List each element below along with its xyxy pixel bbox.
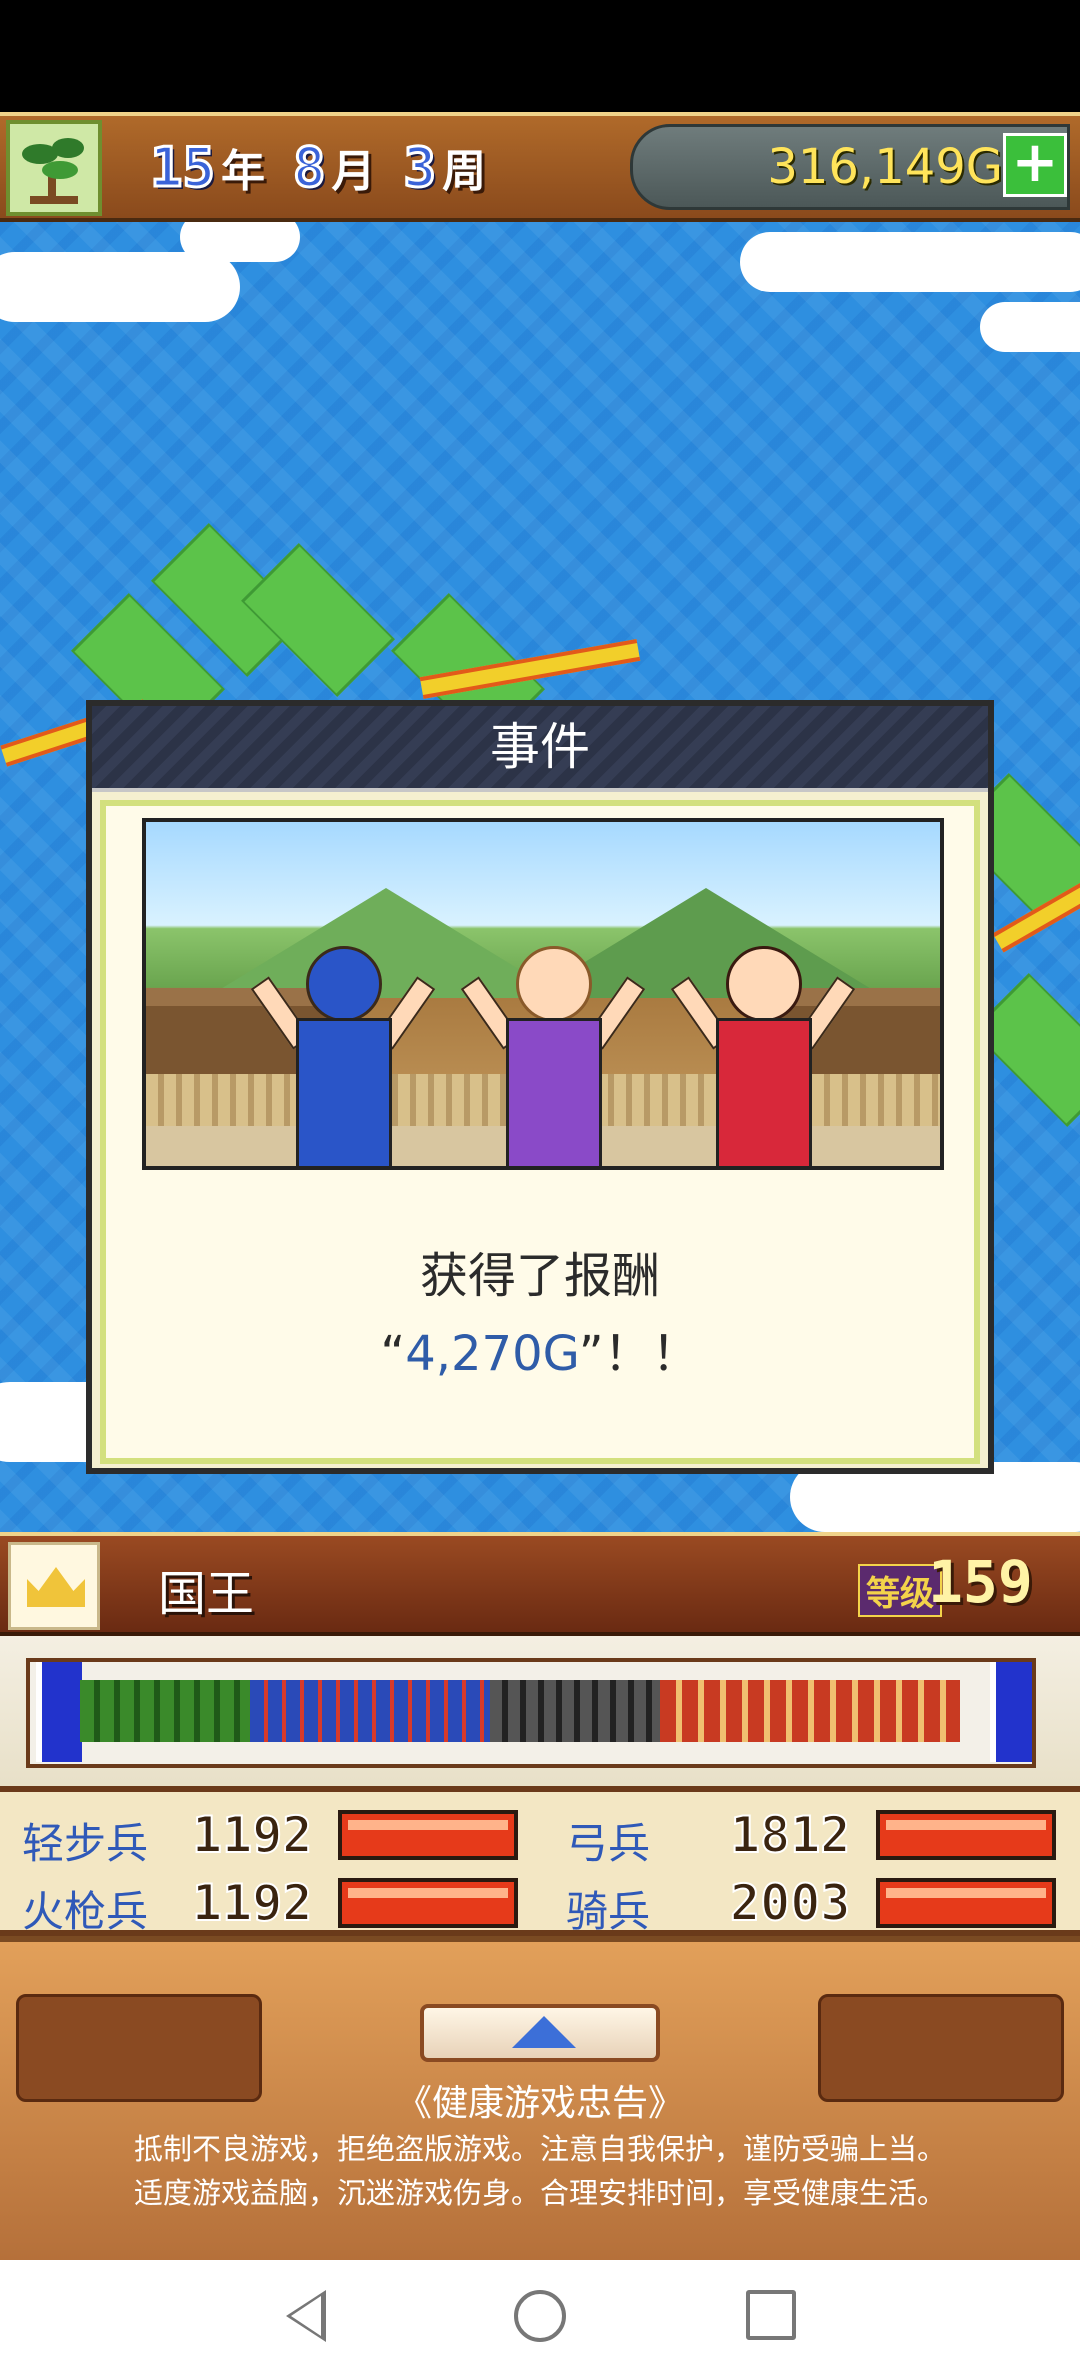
health-notice-line2: 适度游戏益脑，沉迷游戏伤身。合理安排时间，享受健康生活。 — [133, 2176, 946, 2210]
reward-amount: 4,270G — [405, 1326, 579, 1382]
health-notice-title: 《健康游戏忠告》 — [395, 2083, 684, 2124]
health-notice-line1: 抵制不良游戏，拒绝盗版游戏。注意自我保护，谨防受骗上当。 — [133, 2132, 946, 2166]
top-bar: 15 年 8 月 3 周 316,149G + — [0, 112, 1080, 222]
cloud — [980, 302, 1080, 352]
troop-stats: 轻步兵 1192 弓兵 1812 火枪兵 1192 骑兵 2003 — [0, 1792, 1080, 1936]
game-date: 15 年 8 月 3 周 — [148, 132, 508, 202]
stat-label-archer: 弓兵 — [566, 1819, 651, 1868]
crown-icon — [27, 1567, 85, 1607]
year-number: 15 — [148, 134, 216, 200]
level-value: 159 — [928, 1548, 1033, 1616]
gunner-troops — [490, 1680, 660, 1742]
stat-bar-cavalry — [876, 1878, 1056, 1928]
quote-close: ”！！ — [578, 1326, 700, 1382]
stat-value-cavalry: 2003 — [729, 1873, 851, 1933]
stat-label-gunner: 火枪兵 — [22, 1887, 149, 1936]
kunoichi-character-purple — [460, 936, 646, 1166]
event-dialog-body: 获得了报酬 “4,270G”！！ — [100, 800, 980, 1554]
left-banner-icon — [36, 1662, 82, 1762]
archer-troops — [250, 1680, 490, 1742]
king-title: 国王 — [158, 1566, 255, 1622]
right-banner-icon — [990, 1662, 1032, 1762]
event-message-line2: “4,270G”！！ — [106, 1314, 974, 1384]
gold-amount: 316,149G — [767, 139, 1003, 195]
event-dialog-title: 事件 — [92, 706, 988, 792]
stat-bar-light-infantry — [338, 1810, 518, 1860]
money-display: 316,149G + — [630, 124, 1070, 210]
home-icon[interactable] — [514, 2290, 566, 2342]
crown-button[interactable] — [8, 1542, 100, 1630]
bottom-panel: 《健康游戏忠告》 抵制不良游戏，拒绝盗版游戏。注意自我保护，谨防受骗上当。 适度… — [0, 1936, 1080, 2260]
army-formation — [0, 1636, 1080, 1792]
system-nav-bar — [0, 2260, 1080, 2376]
back-icon[interactable] — [286, 2290, 326, 2342]
week-unit: 周 — [442, 146, 487, 197]
arrow-up-icon — [512, 2016, 576, 2048]
month-unit: 月 — [331, 146, 376, 197]
status-bar — [0, 0, 1080, 112]
event-message-line1: 获得了报酬 — [419, 1248, 660, 1304]
stat-value-archer: 1812 — [729, 1805, 851, 1865]
stat-label-cavalry: 骑兵 — [566, 1887, 651, 1936]
king-bar: 国王 等级 159 — [0, 1532, 1080, 1636]
bonsai-menu-button[interactable] — [6, 120, 102, 216]
week-number: 3 — [402, 134, 437, 200]
quote-open: “ — [380, 1326, 406, 1382]
year-unit: 年 — [221, 146, 266, 197]
bonsai-icon — [22, 138, 84, 204]
ninja-character — [250, 936, 436, 1166]
cloud — [180, 222, 300, 262]
month-number: 8 — [292, 134, 327, 200]
stat-bar-archer — [876, 1810, 1056, 1860]
stat-bar-gunner — [338, 1878, 518, 1928]
kunoichi-character-red — [670, 936, 856, 1166]
event-dialog[interactable]: 事件 获得了报酬 “4,270G”！！ — [86, 700, 994, 1554]
light-infantry-troops — [80, 1680, 250, 1742]
recent-apps-icon[interactable] — [746, 2290, 796, 2340]
army-track — [26, 1658, 1036, 1768]
stat-label-light-infantry: 轻步兵 — [22, 1819, 149, 1868]
cloud — [740, 232, 1080, 292]
cloud — [0, 252, 240, 322]
cavalry-troops — [660, 1680, 960, 1742]
expand-menu-button[interactable] — [420, 2004, 660, 2062]
stat-value-gunner: 1192 — [191, 1873, 313, 1933]
stat-value-light-infantry: 1192 — [191, 1805, 313, 1865]
event-illustration — [142, 818, 944, 1170]
add-gold-button[interactable]: + — [1003, 133, 1067, 197]
land-tile — [241, 543, 395, 697]
